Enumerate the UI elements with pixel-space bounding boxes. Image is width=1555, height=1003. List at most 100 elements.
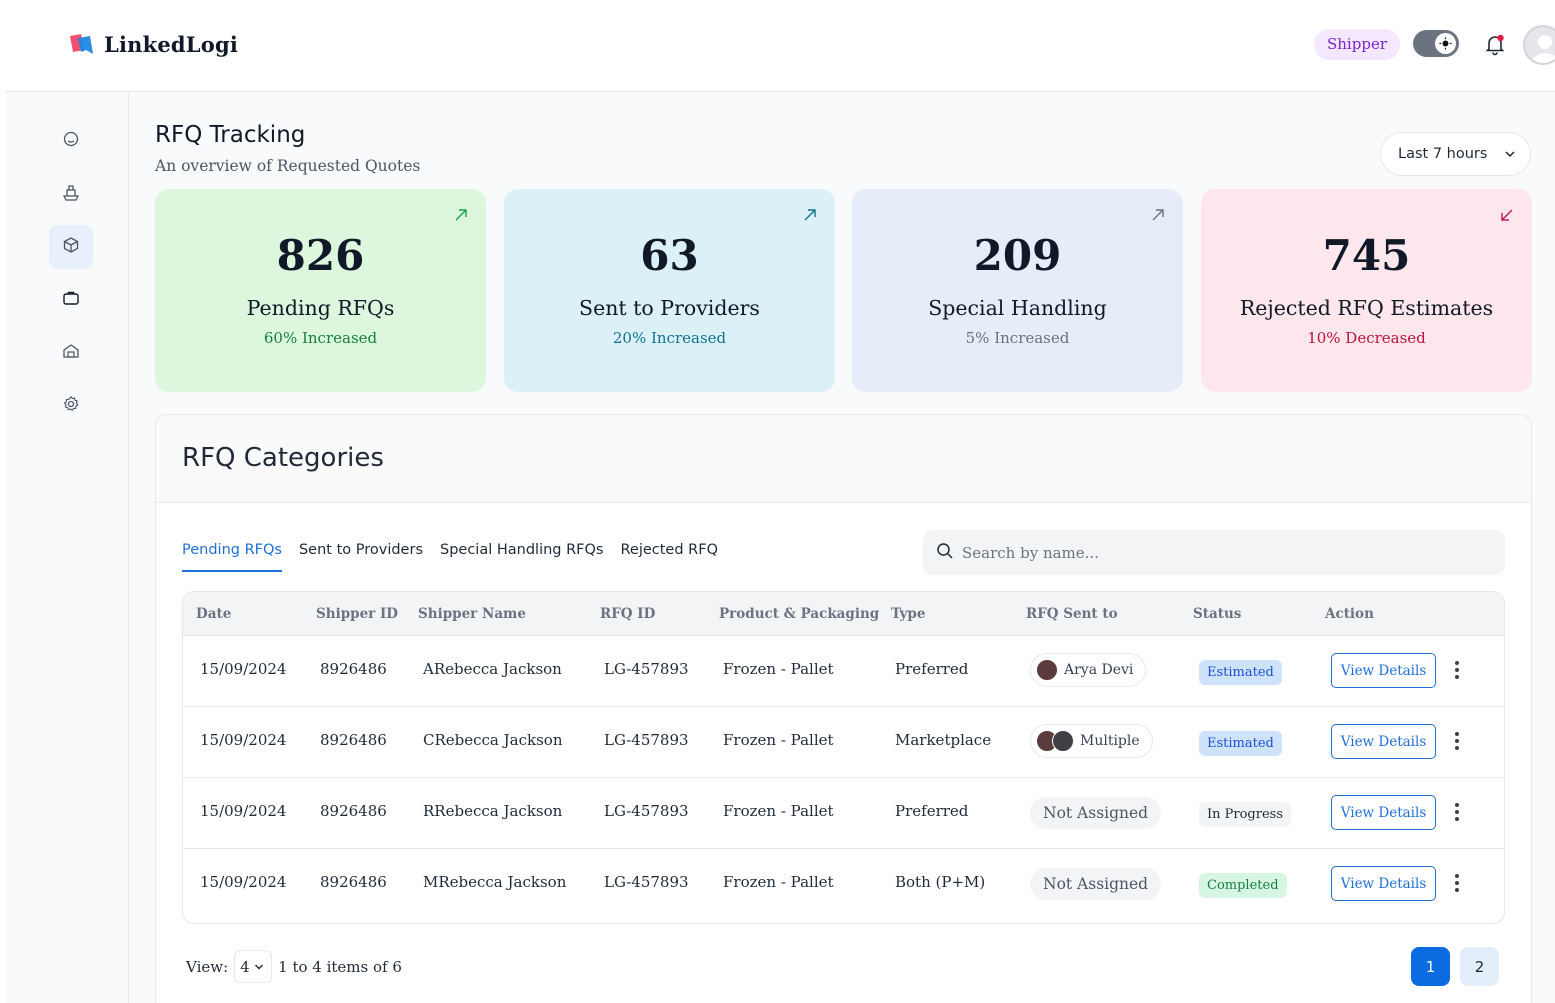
table-row: 15/09/2024 8926486 MRebecca Jackson LG-4… xyxy=(183,849,1504,920)
user-avatar[interactable] xyxy=(1523,25,1555,65)
rfq-categories-panel: RFQ Categories Pending RFQs Sent to Prov… xyxy=(155,414,1532,1003)
view-details-button[interactable]: View Details xyxy=(1331,795,1436,830)
stat-label: Rejected RFQ Estimates xyxy=(1239,296,1494,320)
cell-type: Both (P+M) xyxy=(895,873,986,891)
cell-product: Frozen - Pallet xyxy=(723,731,834,749)
view-details-button[interactable]: View Details xyxy=(1331,866,1436,901)
column-header-type[interactable]: Type xyxy=(891,606,925,622)
stat-card-rejected[interactable]: 745 Rejected RFQ Estimates 10% Decreased xyxy=(1201,189,1532,392)
assignee-avatar xyxy=(1052,730,1074,752)
column-header-status[interactable]: Status xyxy=(1193,606,1241,622)
stat-delta: 5% Increased xyxy=(965,329,1070,347)
top-bar: LinkedLogi Shipper xyxy=(5,0,1555,92)
status-badge: Estimated xyxy=(1199,660,1282,685)
table-row: 15/09/2024 8926486 ARebecca Jackson LG-4… xyxy=(183,636,1504,707)
more-options-icon[interactable] xyxy=(1449,801,1465,823)
status-badge: In Progress xyxy=(1199,802,1292,827)
table-row: 15/09/2024 8926486 CRebecca Jackson LG-4… xyxy=(183,707,1504,778)
sidebar-item-jobs[interactable] xyxy=(49,278,93,322)
cell-rfq-id: LG-457893 xyxy=(604,660,689,678)
stat-value: 63 xyxy=(640,231,699,280)
assignee-name: Arya Devi xyxy=(1064,662,1134,678)
view-details-button[interactable]: View Details xyxy=(1331,724,1436,759)
arrow-up-right-icon xyxy=(1151,207,1165,226)
stat-label: Sent to Providers xyxy=(579,296,760,320)
column-header-action[interactable]: Action xyxy=(1325,606,1374,622)
stat-delta: 20% Increased xyxy=(612,329,727,347)
search-box[interactable] xyxy=(923,530,1505,575)
cell-type: Preferred xyxy=(895,660,969,678)
time-range-value: Last 7 hours xyxy=(1398,146,1488,162)
not-assigned-chip: Not Assigned xyxy=(1030,797,1162,829)
not-assigned-chip: Not Assigned xyxy=(1030,868,1162,900)
page-size-select[interactable]: 4 xyxy=(234,950,273,983)
tab-rejected-rfq[interactable]: Rejected RFQ xyxy=(620,542,718,572)
cell-rfq-id: LG-457893 xyxy=(604,731,689,749)
arrow-down-left-icon xyxy=(1500,207,1514,226)
ship-icon xyxy=(61,182,81,206)
assignee-name: Multiple xyxy=(1080,733,1140,749)
sidebar-item-settings[interactable] xyxy=(49,384,93,428)
page-size-value: 4 xyxy=(240,957,250,976)
category-tabs: Pending RFQs Sent to Providers Special H… xyxy=(182,542,735,572)
cell-shipper-name: RRebecca Jackson xyxy=(423,802,563,820)
briefcase-icon xyxy=(62,289,80,311)
view-details-button[interactable]: View Details xyxy=(1331,653,1436,688)
assignee-chip[interactable]: Arya Devi xyxy=(1030,653,1147,687)
status-badge: Completed xyxy=(1199,873,1287,898)
assignee-avatar xyxy=(1036,659,1058,681)
theme-toggle[interactable] xyxy=(1413,30,1459,57)
box-icon xyxy=(62,236,80,258)
tab-special-handling-rfqs[interactable]: Special Handling RFQs xyxy=(440,542,603,572)
table-header: Date Shipper ID Shipper Name RFQ ID Prod… xyxy=(183,592,1504,636)
column-header-rfq-id[interactable]: RFQ ID xyxy=(600,606,655,622)
cell-type: Marketplace xyxy=(895,731,992,749)
sidebar-item-shipments[interactable] xyxy=(49,172,93,216)
cell-product: Frozen - Pallet xyxy=(723,802,834,820)
cell-shipper-name: ARebecca Jackson xyxy=(423,660,562,678)
stat-value: 209 xyxy=(973,231,1062,280)
stat-card-pending[interactable]: 826 Pending RFQs 60% Increased xyxy=(155,189,486,392)
column-header-rfq-sent-to[interactable]: RFQ Sent to xyxy=(1026,606,1118,622)
stat-label: Special Handling xyxy=(928,296,1107,320)
page-button-1[interactable]: 1 xyxy=(1411,947,1450,986)
page-title: RFQ Tracking xyxy=(155,122,306,148)
warehouse-icon xyxy=(61,341,81,365)
cell-shipper-id: 8926486 xyxy=(320,873,387,891)
assignee-chip[interactable]: Multiple xyxy=(1030,724,1153,758)
tab-pending-rfqs[interactable]: Pending RFQs xyxy=(182,542,282,572)
column-header-shipper-name[interactable]: Shipper Name xyxy=(418,606,526,622)
column-header-product-packaging[interactable]: Product & Packaging xyxy=(719,606,879,622)
sidebar-item-home[interactable] xyxy=(49,119,93,163)
stat-card-sent[interactable]: 63 Sent to Providers 20% Increased xyxy=(504,189,835,392)
logo-mark-icon xyxy=(68,30,96,58)
page-button-2[interactable]: 2 xyxy=(1460,947,1499,986)
rfq-table: Date Shipper ID Shipper Name RFQ ID Prod… xyxy=(182,591,1505,924)
cell-rfq-id: LG-457893 xyxy=(604,873,689,891)
cell-rfq-id: LG-457893 xyxy=(604,802,689,820)
sidebar-item-rfq[interactable] xyxy=(49,225,93,269)
cell-product: Frozen - Pallet xyxy=(723,873,834,891)
search-input[interactable] xyxy=(962,543,1482,562)
tab-sent-to-providers[interactable]: Sent to Providers xyxy=(299,542,423,572)
pagination-summary: 1 to 4 items of 6 xyxy=(278,957,402,976)
column-header-date[interactable]: Date xyxy=(196,606,231,622)
brand-logo[interactable]: LinkedLogi xyxy=(68,30,238,58)
stat-card-special[interactable]: 209 Special Handling 5% Increased xyxy=(852,189,1183,392)
time-range-select[interactable]: Last 7 hours xyxy=(1380,132,1531,176)
column-header-shipper-id[interactable]: Shipper ID xyxy=(316,606,398,622)
cell-shipper-name: CRebecca Jackson xyxy=(423,731,563,749)
pagination: 1 2 xyxy=(1411,947,1499,986)
notification-bell-icon[interactable] xyxy=(1483,32,1507,56)
cell-date: 15/09/2024 xyxy=(200,873,287,891)
cell-date: 15/09/2024 xyxy=(200,660,287,678)
more-options-icon[interactable] xyxy=(1449,872,1465,894)
role-badge[interactable]: Shipper xyxy=(1314,29,1400,60)
sidebar-item-warehouse[interactable] xyxy=(49,331,93,375)
more-options-icon[interactable] xyxy=(1449,659,1465,681)
brand-name: LinkedLogi xyxy=(104,31,239,57)
stat-value: 745 xyxy=(1322,231,1411,280)
page-subtitle: An overview of Requested Quotes xyxy=(155,157,421,175)
more-options-icon[interactable] xyxy=(1449,730,1465,752)
stat-delta: 10% Decreased xyxy=(1307,329,1426,347)
